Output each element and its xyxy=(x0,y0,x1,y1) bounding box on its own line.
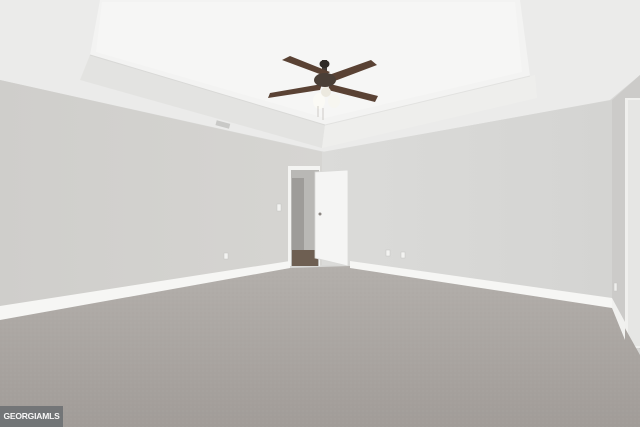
wall-outlet xyxy=(613,282,618,292)
wall-outlet xyxy=(400,251,406,259)
room-photo: GEORGIAMLS xyxy=(0,0,640,427)
wall-outlet xyxy=(223,252,229,260)
watermark-logo: GEORGIAMLS xyxy=(0,406,63,427)
wall-outlet xyxy=(385,249,391,257)
light-switch xyxy=(276,203,282,212)
door-handle xyxy=(318,212,322,216)
fan-motor xyxy=(314,73,336,87)
fan-light-globe xyxy=(328,94,340,108)
room-illustration xyxy=(0,0,640,427)
open-door xyxy=(314,169,349,267)
fan-light-globe xyxy=(321,87,331,97)
right-doorway xyxy=(628,100,640,346)
hallway-view xyxy=(292,178,304,250)
hallway-floor xyxy=(292,250,318,266)
